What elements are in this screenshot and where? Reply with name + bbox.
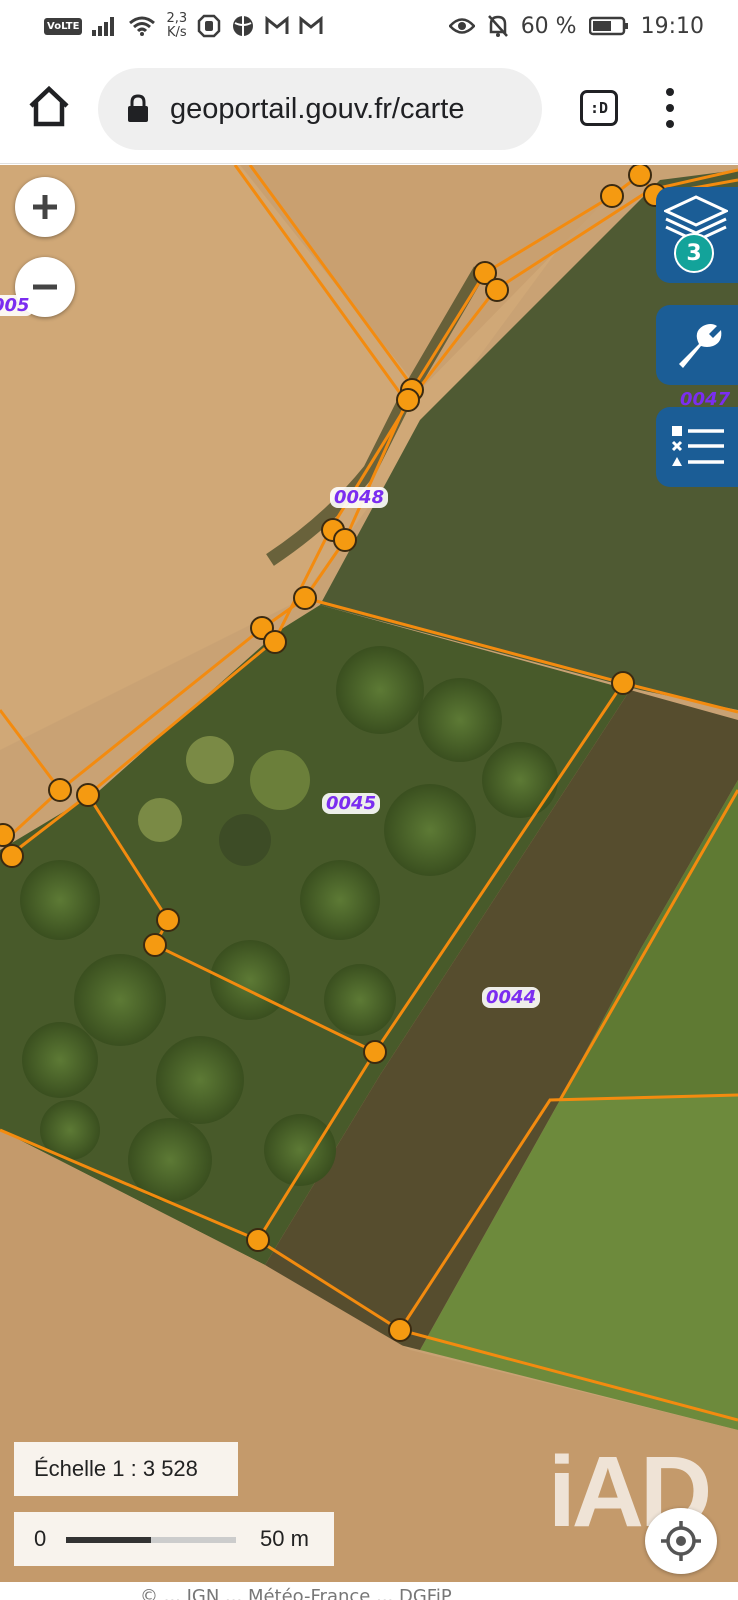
layers-button[interactable]: 3 bbox=[656, 187, 738, 283]
tools-button[interactable] bbox=[656, 305, 738, 385]
crosshair-icon bbox=[661, 1521, 701, 1561]
legend-button[interactable] bbox=[656, 407, 738, 487]
battery-percent: 60 % bbox=[520, 13, 577, 39]
attribution-text: © ... IGN ... Météo-France ... DGFiP bbox=[140, 1586, 452, 1600]
signal-icon bbox=[92, 17, 115, 36]
status-bar: VoLTE 2,3 K/s 60 % 19:10 bbox=[0, 0, 738, 52]
scale-ratio: Échelle 1 : 3 528 bbox=[14, 1442, 238, 1496]
more-vert-icon[interactable] bbox=[660, 88, 680, 128]
wifi-icon bbox=[129, 16, 156, 36]
legend-icon bbox=[671, 426, 724, 466]
tabs-icon: :D bbox=[589, 99, 609, 117]
map-attribution: © ... IGN ... Météo-France ... DGFiP bbox=[0, 1582, 738, 1600]
map-view[interactable]: 3 005 0047 0048 0045 0044 Échelle 1 : 3 … bbox=[0, 165, 738, 1582]
parcel-label: 0045 bbox=[322, 793, 381, 814]
scale-bar: 0 50 m bbox=[14, 1512, 334, 1566]
parcel-label: 0047 bbox=[680, 389, 731, 410]
url-text: geoportail.gouv.fr/carte bbox=[170, 92, 465, 125]
browser-toolbar: geoportail.gouv.fr/carte :D bbox=[0, 52, 738, 164]
parcel-label: 0048 bbox=[330, 487, 389, 508]
volte-icon: VoLTE bbox=[44, 17, 83, 35]
home-button[interactable] bbox=[26, 84, 72, 130]
network-speed: 2,3 K/s bbox=[166, 12, 187, 40]
clock: 19:10 bbox=[640, 13, 704, 39]
geolocate-button[interactable] bbox=[645, 1508, 717, 1574]
speed-value: 2,3 bbox=[166, 11, 188, 26]
home-icon bbox=[29, 85, 69, 127]
layers-count-badge: 3 bbox=[674, 233, 714, 273]
zoom-in-button[interactable] bbox=[15, 177, 75, 237]
bell-off-icon bbox=[487, 15, 508, 37]
lock-icon bbox=[128, 94, 148, 122]
minus-icon bbox=[33, 284, 57, 290]
address-bar[interactable]: geoportail.gouv.fr/carte bbox=[98, 68, 542, 150]
plus-icon bbox=[33, 195, 57, 219]
scale-zero: 0 bbox=[34, 1526, 47, 1551]
wrench-icon bbox=[679, 324, 722, 368]
tabs-button[interactable]: :D bbox=[580, 90, 618, 126]
globe-icon bbox=[233, 16, 254, 36]
aerial-imagery[interactable] bbox=[0, 165, 738, 1582]
parcel-label: 0044 bbox=[482, 987, 541, 1008]
gmail-icon bbox=[265, 16, 289, 34]
eye-icon bbox=[448, 18, 475, 34]
scale-line bbox=[66, 1537, 236, 1543]
speed-unit: K/s bbox=[166, 25, 187, 40]
hand-icon bbox=[197, 14, 221, 38]
battery-icon bbox=[588, 16, 628, 36]
parcel-label: 005 bbox=[0, 295, 34, 316]
gmail-icon bbox=[299, 16, 323, 34]
scale-distance: 50 m bbox=[260, 1526, 309, 1551]
